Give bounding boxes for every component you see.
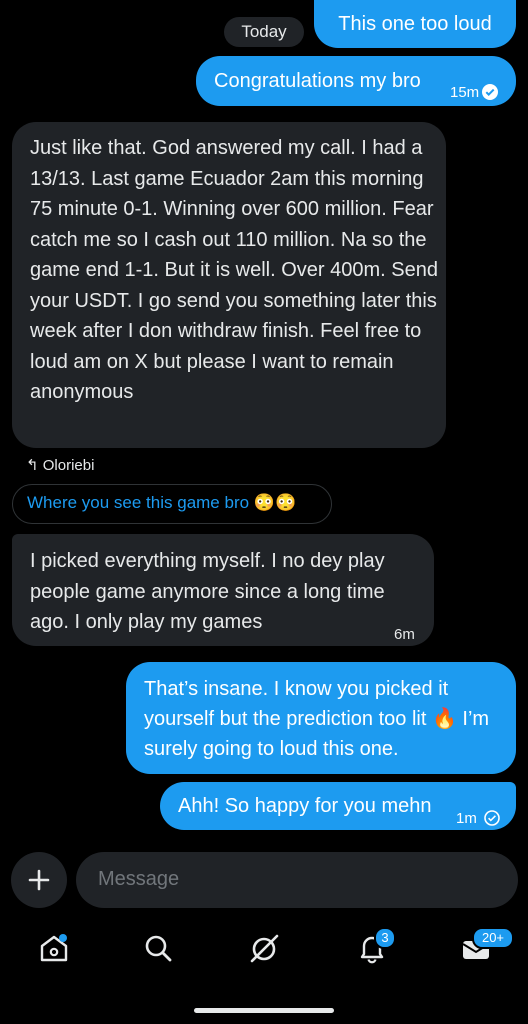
message-time: 15m [450,84,480,101]
message-placeholder: Message [98,868,180,890]
add-attachment-button[interactable] [11,852,67,908]
nav-messages[interactable]: 20+ [460,927,514,964]
reply-to-name: Oloriebi [42,457,95,474]
message-text: Ahh! So happy for you mehn [178,795,432,817]
home-indicator [194,1008,334,1013]
nav-notifications[interactable]: 3 [356,927,396,964]
bottom-nav: 3 20+ [0,920,528,980]
home-icon [40,934,68,962]
sent-check-icon [484,805,500,835]
date-separator: Today [224,17,304,47]
message-time: 1m [456,810,477,827]
reply-arrow-icon: ↰ [26,457,39,474]
messages-badge: 20+ [472,927,514,949]
message-bubble-outgoing[interactable]: That’s insane. I know you picked it your… [126,662,516,774]
message-text: Congratulations my bro [214,70,421,92]
read-check-icon [482,79,498,109]
quoted-message[interactable]: Where you see this game bro 😳😳 [12,484,332,524]
message-bubble-incoming[interactable]: Just like that. God answered my call. I … [12,122,446,448]
message-text: This one too loud [338,13,492,35]
grok-icon [250,934,279,963]
search-icon [145,935,172,962]
quoted-text: Where you see this game bro 😳😳 [27,493,297,512]
message-bubble-outgoing[interactable]: Congratulations my bro 15m [196,56,516,106]
message-text: That’s insane. I know you picked it your… [144,678,490,760]
message-input[interactable]: Message [76,852,518,908]
message-time: 6m [394,626,415,643]
nav-search[interactable] [142,932,174,964]
reply-context: ↰ Oloriebi [26,456,94,474]
message-bubble-outgoing[interactable]: Ahh! So happy for you mehn 1m [160,782,516,830]
nav-home[interactable] [38,932,70,964]
nav-grok[interactable] [248,932,280,964]
message-bubble-incoming[interactable]: I picked everything myself. I no dey pla… [12,534,434,646]
plus-icon [28,869,50,891]
message-text: I picked everything myself. I no dey pla… [30,550,385,633]
message-bubble-outgoing[interactable]: This one too loud [314,0,516,48]
message-text: Just like that. God answered my call. I … [30,137,438,403]
notifications-badge: 3 [374,927,396,949]
